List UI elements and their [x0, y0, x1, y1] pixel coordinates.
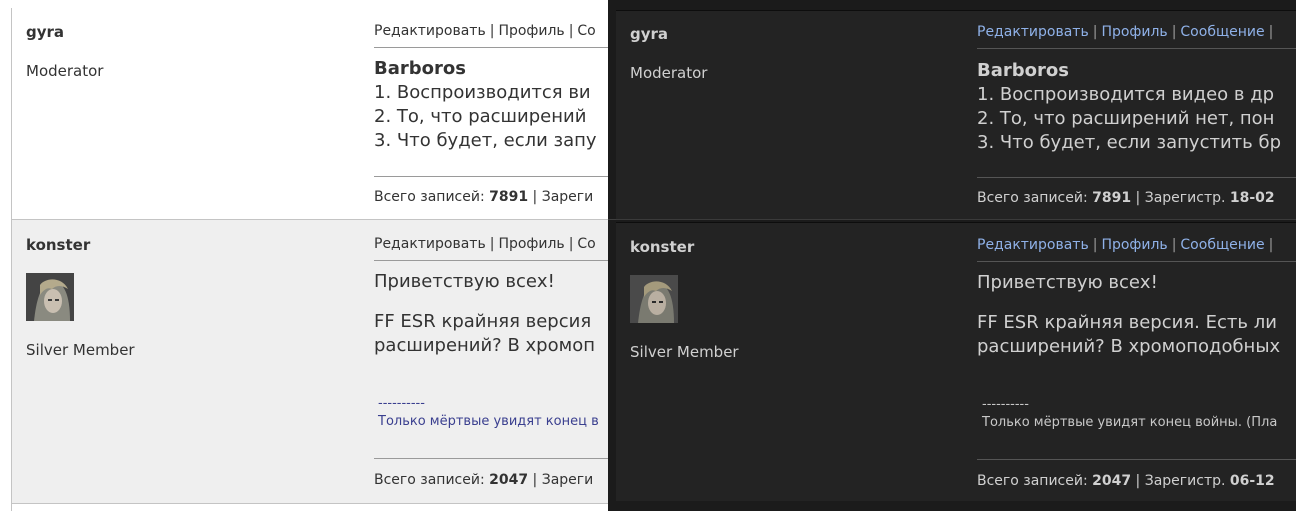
post-line: расширений? В хромоподобных	[977, 336, 1281, 357]
profile-link[interactable]: Профиль	[498, 236, 564, 252]
profile-link[interactable]: Профиль	[1101, 237, 1167, 253]
post-line-blank	[374, 294, 595, 310]
profile-link[interactable]: Профиль	[1101, 24, 1167, 40]
actions-divider	[977, 48, 1296, 49]
posts-count-label: Всего записей:	[374, 472, 485, 488]
post-body: Приветствую всех! FF ESR крайняя версия …	[374, 270, 595, 358]
dark-theme-pane: gyra Moderator Редактировать | Профиль | Соо…	[608, 0, 1296, 511]
posts-count-value: 7891	[489, 189, 529, 205]
author-role: Silver Member	[630, 343, 739, 361]
post-line: 3. Что будет, если запу	[374, 130, 597, 151]
post-line-blank	[977, 295, 1280, 311]
posts-count-value: 7891	[1092, 190, 1132, 206]
registered-label: Зарегистр.	[1144, 190, 1226, 206]
registered-label: Зареги	[541, 189, 594, 205]
author-stats: Всего записей: 2047 | Зарегистр. 06-12	[977, 473, 1275, 489]
post-line: 1. Воспроизводится видео в др	[977, 84, 1275, 105]
registered-label: Зареги	[541, 472, 594, 488]
post-actions: Редактировать | Профиль | Сообщение |	[977, 24, 1274, 40]
forum-post: gyra Moderator Редактировать | Профиль | Со …	[12, 9, 608, 220]
post-line: Приветствую всех!	[977, 272, 1158, 293]
author-role: Moderator	[630, 64, 708, 82]
post-line: расширений? В хромоп	[374, 335, 595, 356]
actions-divider	[977, 261, 1296, 262]
avatar[interactable]	[630, 275, 678, 323]
message-link[interactable]: Со	[577, 236, 595, 252]
posts-count-label: Всего записей:	[374, 189, 485, 205]
post-author[interactable]: konster	[26, 236, 90, 254]
posts-count-label: Всего записей:	[977, 190, 1088, 206]
post-author[interactable]: konster	[630, 238, 694, 256]
post-line: 1. Воспроизводится ви	[374, 82, 591, 103]
profile-link[interactable]: Профиль	[498, 23, 564, 39]
actions-divider	[374, 260, 608, 261]
post-actions: Редактировать | Профиль | Со	[374, 236, 596, 252]
signature: ---------- Только мёртвые увидят конец в…	[982, 396, 1277, 432]
post-actions: Редактировать | Профиль | Со	[374, 23, 596, 39]
message-link[interactable]: Сообщение	[1180, 237, 1264, 253]
stats-divider	[977, 459, 1296, 460]
edit-link[interactable]: Редактировать	[977, 237, 1089, 253]
author-role: Moderator	[26, 62, 104, 80]
edit-link[interactable]: Редактировать	[374, 236, 486, 252]
post-author[interactable]: gyra	[26, 23, 64, 41]
author-stats: Всего записей: 2047 | Зареги	[374, 472, 594, 488]
post-line: 2. То, что расширений нет, пон	[977, 108, 1275, 129]
signature-text: Только мёртвые увидят конец в	[378, 414, 599, 429]
registered-value: 18-02	[1229, 190, 1275, 206]
post-body: Приветствую всех! FF ESR крайняя версия.…	[977, 271, 1280, 359]
forum-post: konster Silver Member Редактировать | Проф…	[12, 220, 608, 504]
author-stats: Всего записей: 7891 | Зарегистр. 18-02	[977, 190, 1275, 206]
registered-label: Зарегистр.	[1144, 473, 1226, 489]
edit-link[interactable]: Редактировать	[374, 23, 486, 39]
posts-count-value: 2047	[1092, 473, 1132, 489]
signature-divider: ----------	[982, 397, 1029, 412]
posts-count-value: 2047	[489, 472, 529, 488]
forum-post: konster Silver Member Редактировать | Проф…	[616, 222, 1296, 501]
post-line: FF ESR крайняя версия	[374, 311, 592, 332]
stats-divider	[977, 177, 1296, 178]
signature: ---------- Только мёртвые увидят конец в	[378, 395, 599, 431]
signature-divider: ----------	[378, 396, 425, 411]
edit-link[interactable]: Редактировать	[977, 24, 1089, 40]
post-author[interactable]: gyra	[630, 25, 668, 43]
author-stats: Всего записей: 7891 | Зареги	[374, 189, 594, 205]
post-line: FF ESR крайняя версия. Есть ли	[977, 312, 1277, 333]
light-theme-pane: gyra Moderator Редактировать | Профиль | Со …	[0, 0, 608, 511]
stats-divider	[374, 176, 608, 177]
post-line: 3. Что будет, если запустить бр	[977, 132, 1281, 153]
signature-text: Только мёртвые увидят конец войны. (Пла	[982, 415, 1278, 430]
post-body: Barboros 1. Воспроизводится видео в др 2…	[977, 59, 1281, 155]
registered-value: 06-12	[1229, 473, 1275, 489]
quote-title: Barboros	[977, 60, 1069, 81]
post-actions: Редактировать | Профиль | Сообщение |	[977, 237, 1274, 253]
posts-count-label: Всего записей:	[977, 473, 1088, 489]
author-role: Silver Member	[26, 341, 135, 359]
post-line: 2. То, что расширений	[374, 106, 587, 127]
quote-title: Barboros	[374, 58, 466, 79]
post-body: Barboros 1. Воспроизводится ви 2. То, чт…	[374, 57, 597, 153]
stats-divider	[374, 458, 608, 459]
post-line: Приветствую всех!	[374, 271, 555, 292]
message-link[interactable]: Со	[577, 23, 595, 39]
actions-divider	[374, 47, 608, 48]
forum-post: gyra Moderator Редактировать | Профиль | Соо…	[616, 10, 1296, 220]
avatar[interactable]	[26, 273, 74, 321]
message-link[interactable]: Сообщение	[1180, 24, 1264, 40]
